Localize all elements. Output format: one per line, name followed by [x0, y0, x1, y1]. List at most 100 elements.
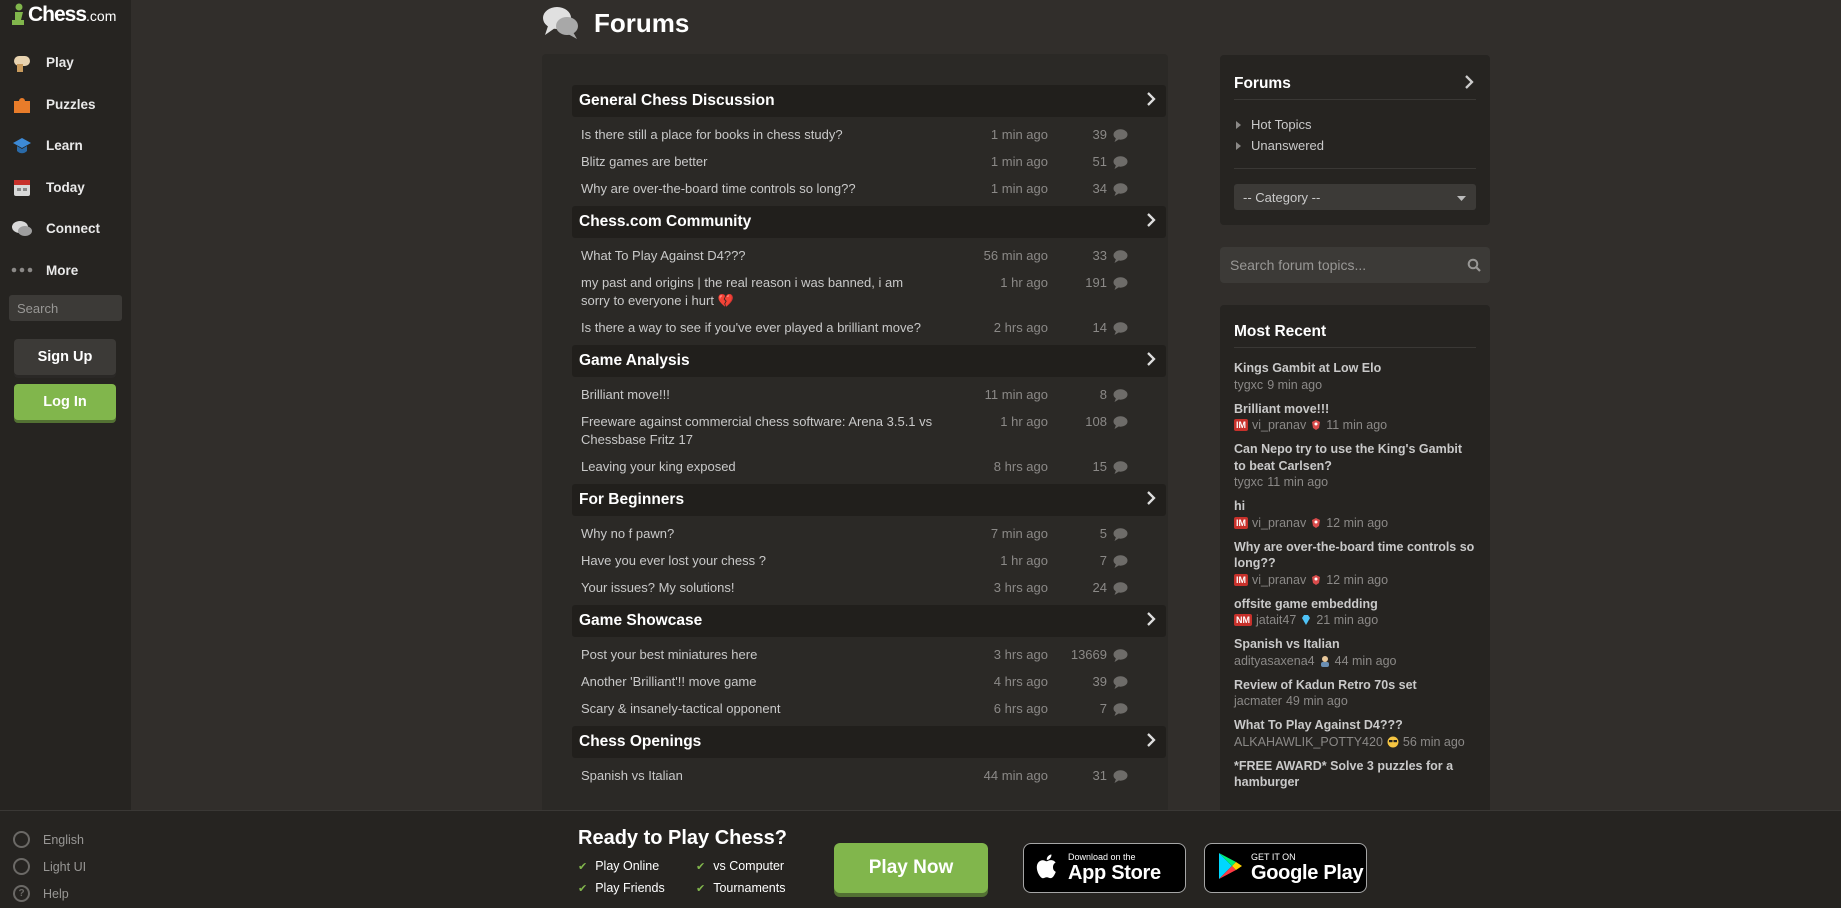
recent-topic-link[interactable]: Why are over-the-board time controls so … — [1234, 539, 1476, 572]
recent-topic-link[interactable]: What To Play Against D4??? — [1234, 717, 1476, 734]
topic-row: Why are over-the-board time controls so … — [572, 175, 1166, 202]
apple-icon — [1036, 852, 1060, 885]
sidebar-item-today[interactable]: Today — [0, 167, 131, 209]
play-now-button[interactable]: Play Now — [834, 843, 988, 893]
recent-topic-link[interactable]: offsite game embedding — [1234, 596, 1476, 613]
sidebar-item-learn[interactable]: Learn — [0, 125, 131, 167]
username-link[interactable]: tygxc — [1234, 474, 1263, 490]
comment-bubble-icon — [1111, 126, 1129, 144]
topic-link[interactable]: my past and origins | the real reason i … — [581, 274, 933, 310]
help-icon: ? — [13, 885, 30, 902]
category-header[interactable]: Game Analysis — [572, 345, 1166, 377]
topic-row: What To Play Against D4??? 56 min ago 33 — [572, 242, 1166, 269]
topic-row: Leaving your king exposed 8 hrs ago 15 — [572, 453, 1166, 480]
forums-panel: General Chess Discussion Is there still a… — [542, 54, 1168, 908]
topic-link[interactable]: Blitz games are better — [581, 153, 933, 171]
username-link[interactable]: vi_pranav — [1252, 572, 1306, 588]
category-topics: Why no f pawn? 7 min ago 5 Have you ever lo… — [572, 516, 1166, 605]
category-select[interactable]: -- Category -- — [1234, 184, 1476, 210]
topic-time: 6 hrs ago — [993, 701, 1048, 716]
play-icon — [11, 52, 33, 74]
sign-up-button[interactable]: Sign Up — [14, 339, 116, 375]
username-link[interactable]: jacmater — [1234, 693, 1282, 709]
forums-nav-header[interactable]: Forums — [1220, 55, 1490, 99]
forum-search-input[interactable] — [1220, 247, 1458, 283]
recent-topic-link[interactable]: Spanish vs Italian — [1234, 636, 1476, 653]
recent-meta: IM vi_pranav 12 min ago — [1234, 515, 1476, 531]
recent-time: 44 min ago — [1334, 653, 1397, 668]
category-header[interactable]: Chess.com Community — [572, 206, 1166, 238]
category-topics: Spanish vs Italian 44 min ago 31 — [572, 758, 1166, 793]
username-link[interactable]: vi_pranav — [1252, 515, 1306, 531]
topic-link[interactable]: Another 'Brilliant'!! move game — [581, 673, 933, 691]
username-link[interactable]: adityasaxena4 — [1234, 653, 1315, 669]
reply-count: 31 — [1092, 768, 1107, 783]
chevron-right-icon — [1146, 351, 1156, 371]
topic-link[interactable]: Is there a way to see if you've ever pla… — [581, 319, 933, 337]
category-header[interactable]: For Beginners — [572, 484, 1166, 516]
topic-link[interactable]: Have you ever lost your chess ? — [581, 552, 933, 570]
username-link[interactable]: tygxc — [1234, 377, 1263, 393]
recent-topic-link[interactable]: Kings Gambit at Low Elo — [1234, 360, 1476, 377]
hot-topics-link[interactable]: Hot Topics — [1220, 114, 1490, 135]
title-badge: IM — [1234, 419, 1248, 431]
title-badge: NM — [1234, 614, 1252, 626]
light-ui-icon — [13, 858, 30, 875]
chess-logo[interactable]: Chess.com — [12, 2, 116, 28]
recent-meta: NM jatait47 21 min ago — [1234, 612, 1476, 628]
recent-topic-link[interactable]: Can Nepo try to use the King's Gambit to… — [1234, 441, 1476, 474]
search-icon[interactable] — [1458, 258, 1490, 272]
username-link[interactable]: vi_pranav — [1252, 417, 1306, 433]
feature-item: ✔ vs Computer — [696, 859, 785, 873]
language-link[interactable]: English — [0, 826, 131, 853]
category-header[interactable]: Chess Openings — [572, 726, 1166, 758]
topic-link[interactable]: Leaving your king exposed — [581, 458, 933, 476]
help-link[interactable]: ? Help — [0, 880, 131, 907]
chevron-down-icon — [1457, 190, 1466, 205]
recent-topic-link[interactable]: hi — [1234, 498, 1476, 515]
topic-row: Brilliant move!!! 11 min ago 8 — [572, 381, 1166, 408]
globe-icon — [13, 831, 30, 848]
pawn-logo-icon — [12, 3, 28, 27]
unanswered-link[interactable]: Unanswered — [1220, 135, 1490, 156]
topic-row: Is there a way to see if you've ever pla… — [572, 314, 1166, 341]
category-header[interactable]: General Chess Discussion — [572, 85, 1166, 117]
topic-link[interactable]: Why are over-the-board time controls so … — [581, 180, 933, 198]
topic-link[interactable]: Why no f pawn? — [581, 525, 933, 543]
category-header[interactable]: Game Showcase — [572, 605, 1166, 637]
topic-time: 1 min ago — [990, 181, 1048, 196]
sidebar-item-more[interactable]: More — [0, 250, 131, 292]
log-in-button[interactable]: Log In — [14, 384, 116, 420]
topic-link[interactable]: Scary & insanely-tactical opponent — [581, 700, 933, 718]
sidebar-search-input[interactable] — [9, 295, 122, 321]
recent-topic-link[interactable]: *FREE AWARD* Solve 3 puzzles for a hambu… — [1234, 758, 1476, 791]
topic-link[interactable]: Spanish vs Italian — [581, 767, 933, 785]
app-store-badge[interactable]: Download on the App Store — [1023, 843, 1186, 893]
sidebar-item-play[interactable]: Play — [0, 42, 131, 84]
title-badge: IM — [1234, 516, 1248, 529]
topic-link[interactable]: Your issues? My solutions! — [581, 579, 933, 597]
chevron-right-icon — [1146, 490, 1156, 510]
topic-time: 56 min ago — [983, 248, 1048, 263]
topic-link[interactable]: Is there still a place for books in ches… — [581, 126, 933, 144]
topic-link[interactable]: Post your best miniatures here — [581, 646, 933, 664]
forums-icon — [542, 5, 580, 41]
feature-item: ✔ Tournaments — [696, 881, 786, 895]
topic-link[interactable]: Freeware against commercial chess softwa… — [581, 413, 933, 449]
light-ui-toggle[interactable]: Light UI — [0, 853, 131, 880]
sidebar-item-puzzles[interactable]: Puzzles — [0, 84, 131, 126]
recent-topic-link[interactable]: Review of Kadun Retro 70s set — [1234, 677, 1476, 694]
category-topics: Is there still a place for books in ches… — [572, 117, 1166, 206]
recent-topic-link[interactable]: Brilliant move!!! — [1234, 401, 1476, 418]
recent-meta: ALKAHAWLIK_POTTY420 56 min ago — [1234, 734, 1476, 750]
recent-topic: Spanish vs Italian adityasaxena4 44 min ag… — [1234, 636, 1476, 669]
username-link[interactable]: ALKAHAWLIK_POTTY420 — [1234, 734, 1383, 750]
sidebar-item-connect[interactable]: Connect — [0, 208, 131, 250]
reply-count: 191 — [1085, 275, 1107, 290]
topic-link[interactable]: What To Play Against D4??? — [581, 247, 933, 265]
topic-link[interactable]: Brilliant move!!! — [581, 386, 933, 404]
google-play-badge[interactable]: GET IT ON Google Play — [1204, 843, 1367, 893]
username-link[interactable]: jatait47 — [1256, 612, 1296, 628]
chevron-right-icon — [1464, 74, 1474, 94]
recent-meta: tygxc 9 min ago — [1234, 377, 1476, 393]
